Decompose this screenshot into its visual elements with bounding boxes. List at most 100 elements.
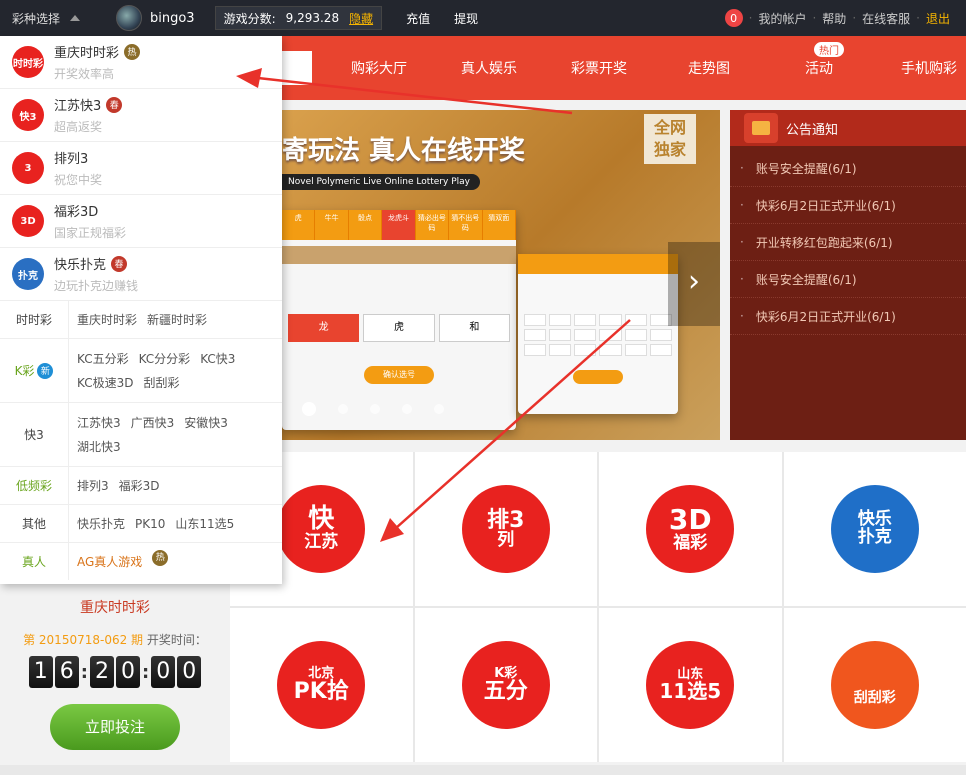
notice-item[interactable]: 账号安全提醒(6/1) — [730, 150, 966, 187]
menu-group-live: 真人 AG真人游戏 热 — [0, 543, 282, 580]
timer-digit: 0 — [116, 656, 140, 688]
group-label: 快3 — [24, 428, 44, 442]
lottery-select-toggle[interactable]: 彩种选择 — [0, 0, 110, 36]
game-tile-scratch[interactable]: 刮刮彩 — [783, 608, 966, 762]
hot-mark-icon: 热 — [152, 549, 169, 566]
banner-dot[interactable] — [370, 404, 380, 414]
menu-item-happy-poker[interactable]: 扑克 快乐扑克春 边玩扑克边赚钱 — [0, 248, 282, 301]
separator: · — [852, 11, 857, 25]
nav-activities-label: 活动 — [805, 61, 833, 77]
nav-mobile-lottery[interactable]: 手机购彩 — [874, 58, 966, 78]
group-link[interactable]: 湖北快3 — [77, 435, 121, 459]
spring-mark-icon: 春 — [111, 255, 128, 272]
bet-now-button[interactable]: 立即投注 — [50, 704, 180, 750]
timer-digit: 2 — [90, 656, 114, 688]
withdraw-link[interactable]: 提现 — [454, 10, 478, 27]
fucai3d-logo-icon: 3D 福彩 — [646, 485, 735, 573]
current-lottery-name: 重庆时时彩 — [80, 600, 150, 616]
game-tile-kc-five[interactable]: K彩 五分 — [414, 608, 597, 762]
lottery-name: 排列3 — [54, 152, 89, 167]
notice-item[interactable]: 快彩6月2日正式开业(6/1) — [730, 187, 966, 224]
logo-line: 11选5 — [659, 679, 722, 704]
banner-title: 寄玩法 真人在线开奖 — [282, 136, 526, 166]
logo-line: 排3 — [487, 507, 525, 533]
group-link[interactable]: AG真人游戏 — [77, 550, 142, 574]
promo-banner[interactable]: 寄玩法 真人在线开奖 Novel Polymeric Live Online L… — [282, 110, 720, 440]
banner-dot[interactable] — [338, 404, 348, 414]
group-items: 排列3 福彩3D — [68, 467, 282, 504]
scr-col: 龙虎斗 — [382, 210, 416, 240]
nav-live-casino[interactable]: 真人娱乐 — [434, 58, 544, 78]
notice-item[interactable]: 账号安全提醒(6/1) — [730, 261, 966, 298]
recharge-link[interactable]: 充值 — [406, 10, 430, 27]
timer-colon: : — [142, 661, 150, 683]
group-link[interactable]: KC快3 — [200, 347, 235, 371]
menu-item-pl3[interactable]: 3 排列3 祝您中奖 — [0, 142, 282, 195]
game-tile-pk10[interactable]: 北京 PK拾 — [230, 608, 413, 762]
screenshot-confirm-button — [573, 370, 623, 384]
game-tile-happy-poker[interactable]: 快乐 扑克 — [783, 452, 966, 606]
group-link[interactable]: KC分分彩 — [139, 347, 191, 371]
help-link[interactable]: 帮助 — [822, 10, 846, 27]
group-label: 真人 — [21, 555, 46, 569]
game-tile-fucai3d[interactable]: 3D 福彩 — [599, 452, 782, 606]
banner-screenshot-dragon-tiger: 虎 牛牛 骰点 龙虎斗 猜必出号码 猜不出号码 猜双面 龙 虎 和 确认选号 — [282, 210, 516, 430]
game-tile-shandong-11x5[interactable]: 山东 11选5 — [599, 608, 782, 762]
nav-activities[interactable]: 活动 热门 — [764, 42, 874, 78]
group-link[interactable]: 山东11选5 — [175, 512, 234, 536]
logo-line: 列 — [497, 529, 515, 550]
lottery-dropdown-menu: 时时彩 重庆时时彩热 开奖效率高 快3 江苏快3 春 超高返奖 3 排列3 祝您中… — [0, 36, 282, 584]
nav-lottery-hall[interactable]: 购彩大厅 — [324, 58, 434, 78]
group-items: 快乐扑克 PK10 山东11选5 — [68, 505, 282, 542]
nav-home-tab[interactable] — [282, 51, 312, 85]
current-draw-panel: 重庆时时彩 第 20150718-062 期 开奖时间： 1 6 : 2 0 :… — [0, 585, 230, 765]
logo-line: 福彩 — [673, 532, 708, 553]
pk10-logo-icon: 北京 PK拾 — [277, 641, 366, 729]
menu-group-low-freq: 低频彩 排列3 福彩3D — [0, 467, 282, 505]
notice-item[interactable]: 快彩6月2日正式开业(6/1) — [730, 298, 966, 335]
group-link[interactable]: KC五分彩 — [77, 347, 129, 371]
banner-dot[interactable] — [402, 404, 412, 414]
group-link[interactable]: 排列3 — [77, 474, 109, 498]
draw-time-label: 开奖时间： — [146, 633, 207, 647]
main-nav: 购彩大厅 真人娱乐 彩票开奖 走势图 活动 热门 手机购彩 — [282, 42, 966, 94]
nav-trend-chart[interactable]: 走势图 — [654, 58, 764, 78]
scratch-logo-icon: 刮刮彩 — [830, 641, 919, 729]
message-count-badge[interactable]: 0 — [724, 9, 743, 27]
pailie3-logo-icon: 排3 列 — [461, 485, 550, 573]
menu-item-cq-ssc[interactable]: 时时彩 重庆时时彩热 开奖效率高 — [0, 36, 282, 89]
game-tile-pailie3[interactable]: 排3 列 — [414, 452, 597, 606]
hide-score-link[interactable]: 隐藏 — [349, 10, 373, 27]
nav-lottery-results[interactable]: 彩票开奖 — [544, 58, 654, 78]
my-account-link[interactable]: 我的帐户 — [758, 10, 806, 27]
group-link[interactable]: 刮刮彩 — [143, 371, 179, 395]
scr-col: 猜不出号码 — [449, 210, 483, 240]
online-service-link[interactable]: 在线客服 — [862, 10, 910, 27]
group-link[interactable]: 江苏快3 — [77, 411, 121, 435]
group-link[interactable]: 广西快3 — [131, 411, 175, 435]
group-link[interactable]: PK10 — [135, 512, 165, 536]
kc-five-logo-icon: K彩 五分 — [461, 641, 550, 729]
logo-line: 五分 — [483, 679, 528, 705]
separator: · — [812, 11, 817, 25]
group-link[interactable]: 快乐扑克 — [77, 512, 125, 536]
menu-item-fc3d[interactable]: 3D 福彩3D 国家正规福彩 — [0, 195, 282, 248]
group-link[interactable]: 安徽快3 — [184, 411, 228, 435]
scr-col: 牛牛 — [315, 210, 349, 240]
group-link[interactable]: 福彩3D — [119, 474, 160, 498]
scr-col: 猜必出号码 — [416, 210, 450, 240]
menu-item-js-k3[interactable]: 快3 江苏快3 春 超高返奖 — [0, 89, 282, 142]
notice-list: 账号安全提醒(6/1) 快彩6月2日正式开业(6/1) 开业转移红包跑起来(6/… — [730, 146, 966, 335]
group-link[interactable]: 重庆时时彩 — [77, 308, 137, 332]
notice-item[interactable]: 开业转移红包跑起来(6/1) — [730, 224, 966, 261]
group-link[interactable]: 新疆时时彩 — [147, 308, 207, 332]
banner-dot[interactable] — [434, 404, 444, 414]
group-label: 低频彩 — [15, 479, 52, 493]
logout-link[interactable]: 退出 — [926, 10, 950, 27]
group-link[interactable]: KC极速3D — [77, 371, 133, 395]
banner-next-button[interactable]: › — [668, 242, 720, 326]
fc3d-icon: 3D — [12, 205, 44, 237]
top-bar: 彩种选择 bingo3 游戏分数: 9,293.28 隐藏 充值 提现 0 · … — [0, 0, 966, 36]
banner-dot[interactable] — [302, 402, 316, 416]
avatar[interactable] — [116, 5, 142, 31]
